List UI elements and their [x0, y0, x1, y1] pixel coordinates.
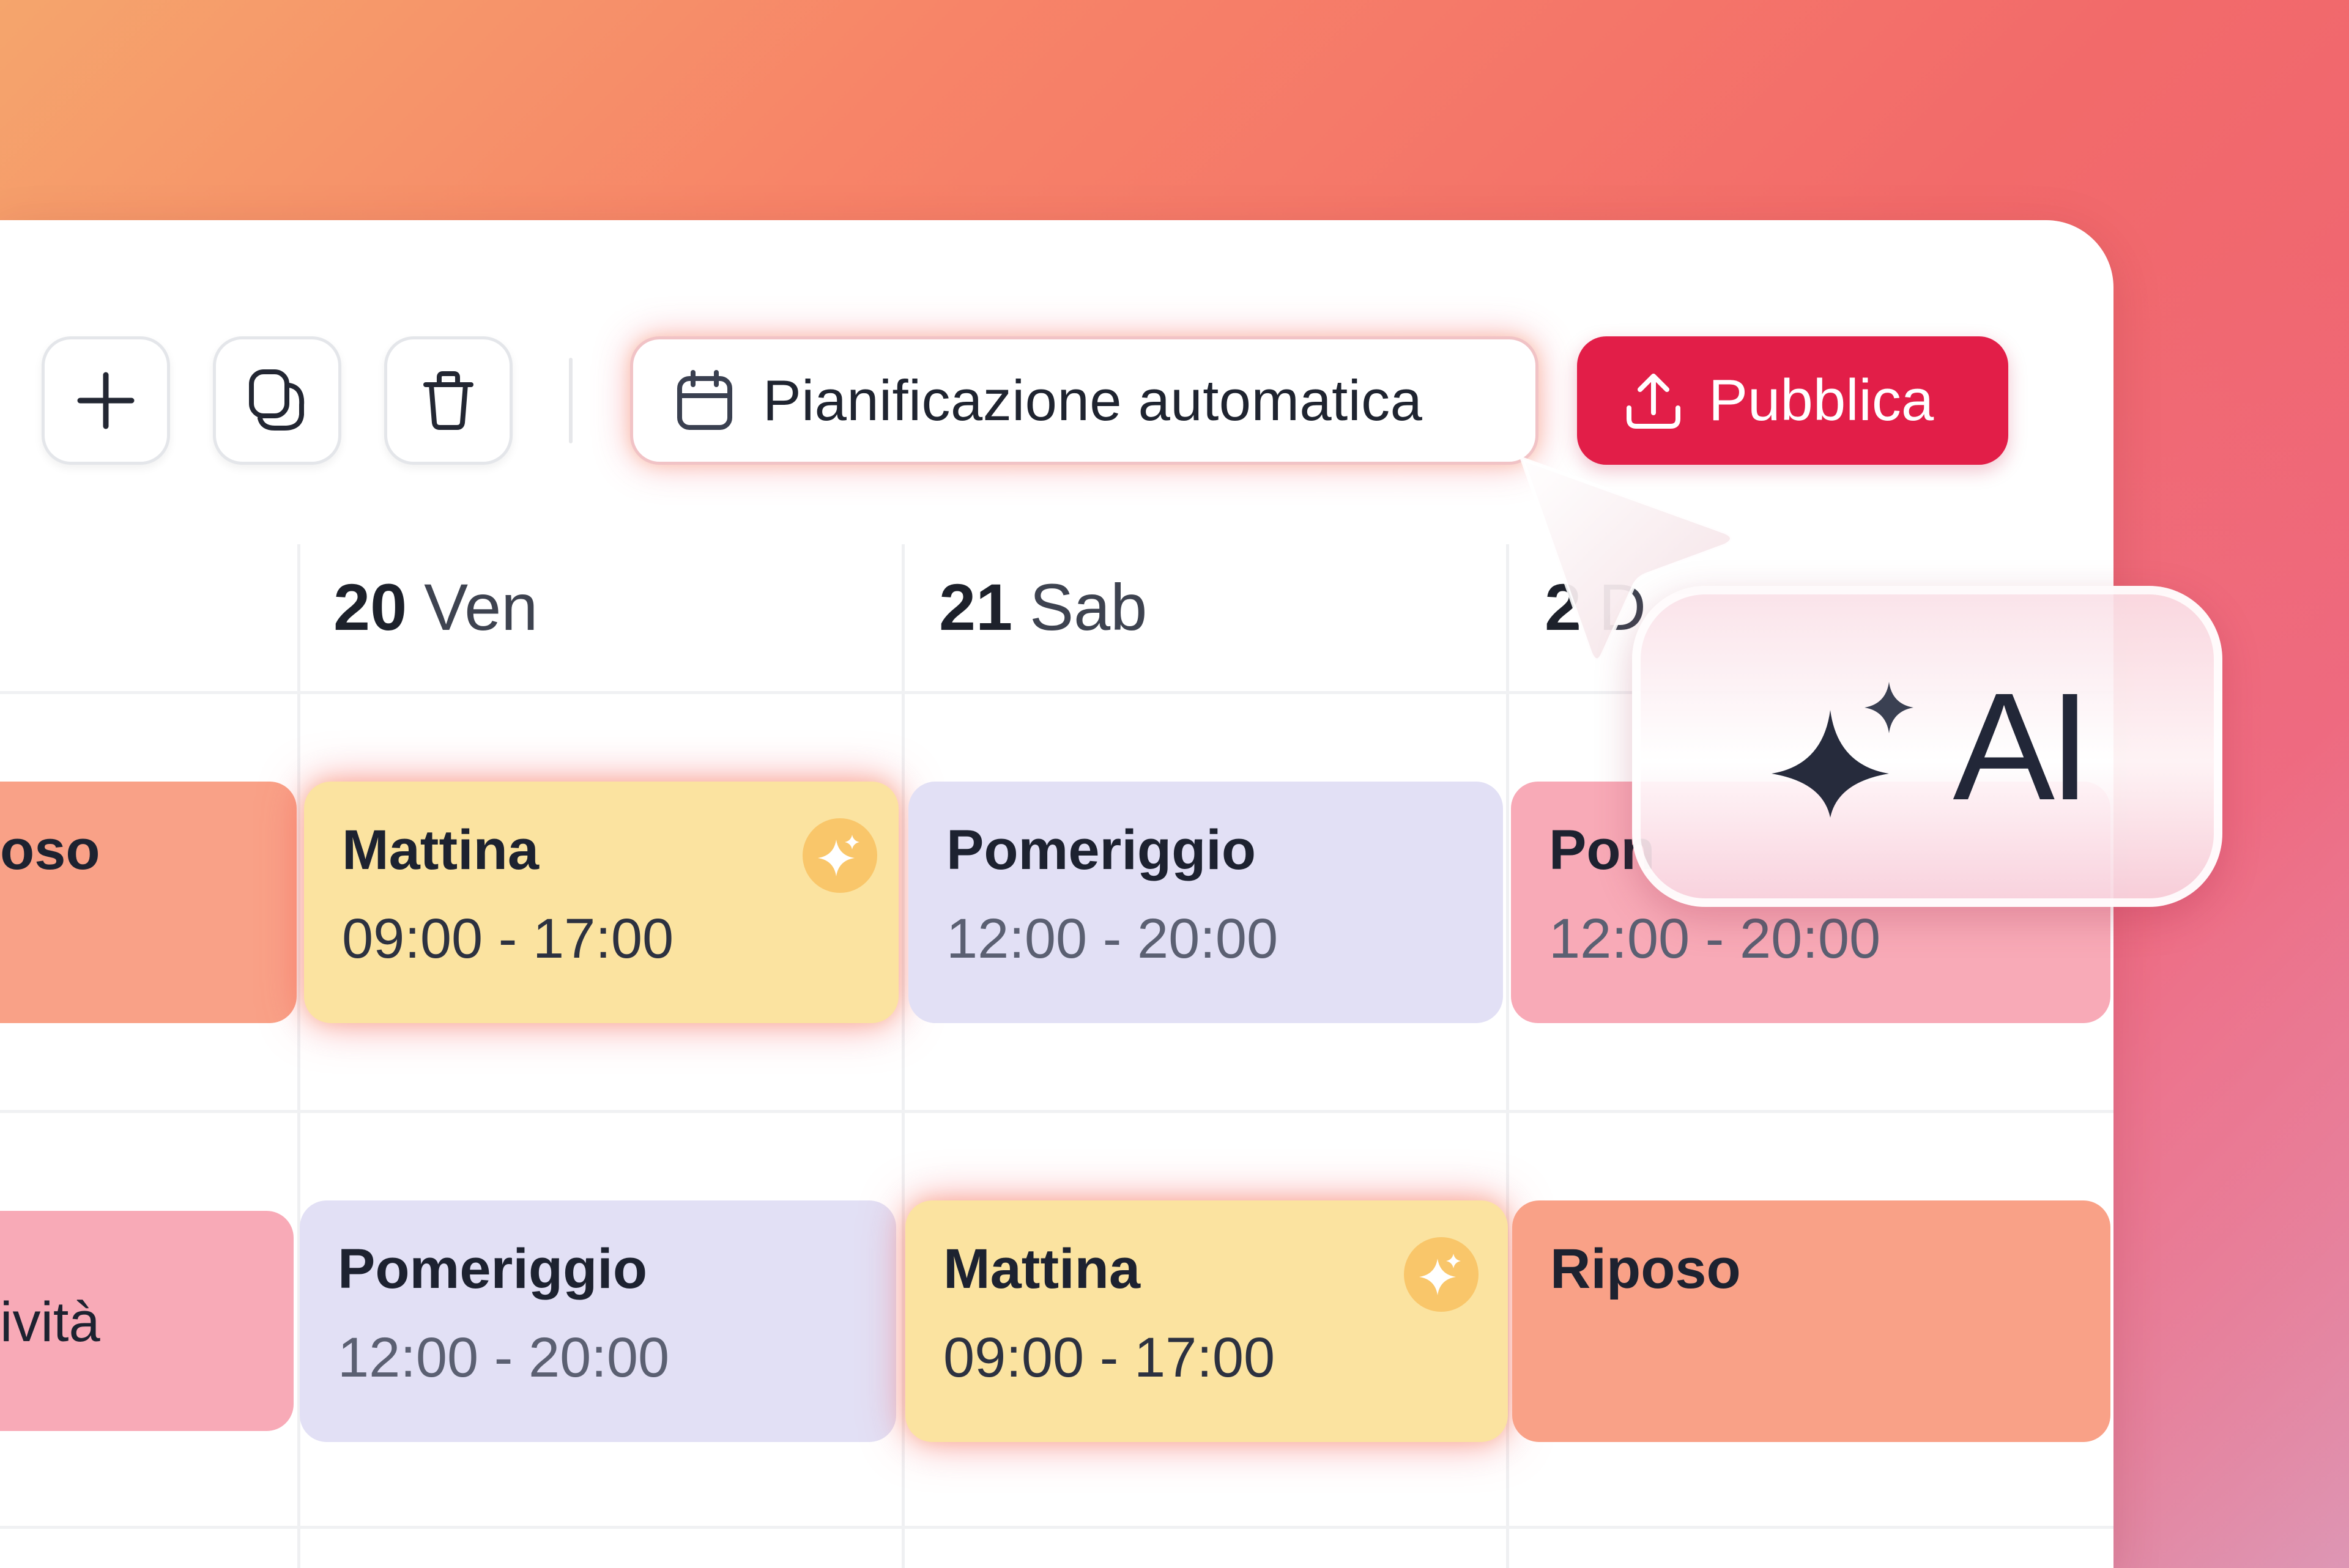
shift-title: Pomeriggio [946, 819, 1256, 881]
ai-sparkle-badge [1404, 1237, 1479, 1312]
trash-icon [423, 371, 473, 430]
day-number: 21 [939, 570, 1013, 644]
publish-label: Pubblica [1709, 368, 1934, 433]
plus-icon [77, 372, 135, 429]
day-header: 21 Sab [939, 569, 1147, 645]
ai-badge: AI [1632, 586, 2222, 907]
day-name: Ven [424, 570, 538, 644]
delete-button[interactable] [384, 336, 513, 465]
upload-icon [1627, 374, 1680, 429]
day-name: Sab [1030, 570, 1148, 644]
shift-title: Riposo [1550, 1238, 1741, 1300]
day-number: 20 [333, 570, 407, 644]
copy-button[interactable] [213, 336, 341, 465]
ai-label: AI [1953, 660, 2091, 832]
shift-time: 09:00 - 17:00 [943, 1326, 1275, 1389]
calendar-icon [677, 370, 732, 430]
shift-card[interactable]: Riposo [1512, 1200, 2110, 1442]
shift-card[interactable]: oso [0, 782, 297, 1023]
shift-time: 12:00 - 20:00 [946, 908, 1278, 970]
shift-time: 09:00 - 17:00 [342, 908, 674, 970]
shift-card[interactable]: ività [0, 1211, 294, 1431]
shift-title: oso [0, 819, 100, 881]
sparkle-icon [1772, 681, 1914, 818]
copy-icon [249, 369, 305, 431]
shift-card[interactable]: Mattina 09:00 - 17:00 [304, 782, 899, 1023]
grid-divider [902, 544, 905, 1568]
shift-card[interactable]: Pomeriggio 12:00 - 20:00 [300, 1200, 896, 1442]
shift-card[interactable]: Mattina 09:00 - 17:00 [905, 1200, 1508, 1442]
ai-sparkle-badge [803, 818, 877, 893]
add-button[interactable] [42, 336, 170, 465]
sparkle-icon [818, 835, 859, 876]
shift-time: 12:00 - 20:00 [1549, 908, 1881, 970]
toolbar-divider [569, 358, 573, 443]
day-header: 20 Ven [333, 569, 538, 645]
shift-card[interactable]: Pomeriggio 12:00 - 20:00 [908, 782, 1503, 1023]
publish-button[interactable]: Pubblica [1577, 336, 2008, 465]
grid-divider [0, 1526, 2113, 1529]
shift-time: 12:00 - 20:00 [338, 1326, 670, 1389]
shift-title: Pomeriggio [338, 1238, 648, 1300]
auto-plan-label: Pianificazione automatica [763, 368, 1423, 432]
auto-plan-button[interactable]: Pianificazione automatica [630, 336, 1538, 465]
grid-divider [0, 1110, 2113, 1113]
shift-title: ività [0, 1291, 100, 1353]
sparkle-icon [1419, 1254, 1461, 1295]
